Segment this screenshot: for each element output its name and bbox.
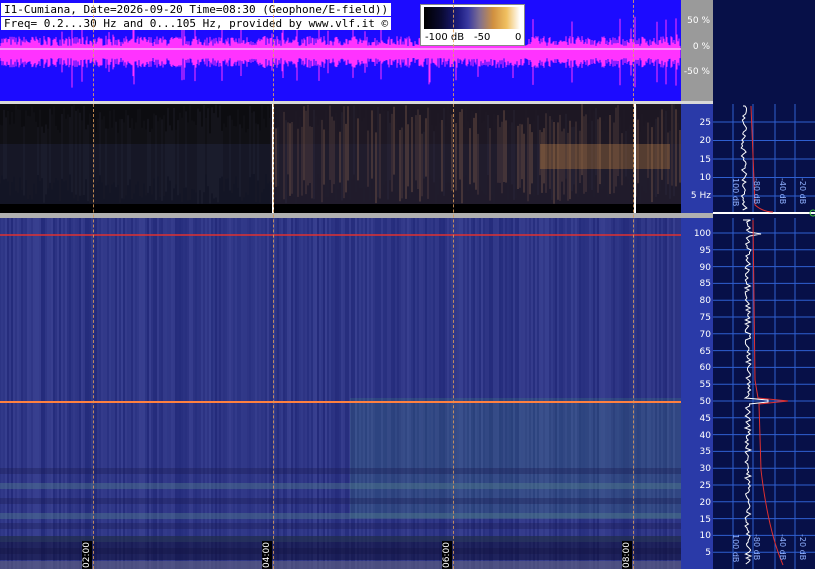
low-freq-tick: 20 xyxy=(699,136,711,146)
high-spectrogram-texture xyxy=(0,218,681,569)
waveform-panel: I1-Cumiana, Date=2026-09-20 Time=08:30 (… xyxy=(0,0,681,101)
amplitude-scale: 50 % 0 % -50 % xyxy=(681,0,713,101)
amplitude-label-minus50: -50 % xyxy=(683,67,710,77)
time-label: 04:00 xyxy=(262,541,272,569)
high-freq-tick: 75 xyxy=(699,313,711,323)
high-freq-tick: 80 xyxy=(699,296,711,307)
high-freq-tick: 65 xyxy=(699,346,711,357)
time-label: 02:00 xyxy=(82,541,92,569)
time-gridline xyxy=(453,104,454,569)
colorbar-legend: -100 dB -50 0 xyxy=(420,4,525,46)
high-freq-tick: 20 xyxy=(699,497,711,508)
low-freq-tick: 25 xyxy=(699,118,711,128)
amplitude-label-0: 0 % xyxy=(692,42,710,52)
time-gridline xyxy=(633,104,634,569)
low-frequency-axis: 25 20 15 10 5 Hz xyxy=(681,104,713,213)
high-freq-tick: 35 xyxy=(699,447,711,458)
high-freq-tick: 30 xyxy=(699,464,711,475)
profile-db-label: -20 dB xyxy=(798,178,807,205)
spectrum-profile-panel: 100 dB -80 dB -40 dB -20 dB 100 dB -80 d… xyxy=(713,0,815,569)
high-freq-tick: 85 xyxy=(699,279,711,290)
high-freq-tick: 45 xyxy=(699,413,711,424)
profile-db-label: -80 dB xyxy=(752,178,761,205)
colorbar-label-min: -100 dB xyxy=(425,32,465,43)
low-freq-tick: 15 xyxy=(699,155,711,165)
time-gridline xyxy=(273,0,274,101)
time-gridline xyxy=(633,0,634,101)
high-freq-tick: 25 xyxy=(699,481,711,491)
high-freq-tick: 90 xyxy=(699,262,711,273)
low-spectrogram-texture xyxy=(0,104,681,213)
spectrogram-display: I1-Cumiana, Date=2026-09-20 Time=08:30 (… xyxy=(0,0,815,569)
high-freq-tick: 15 xyxy=(699,514,711,525)
profile-db-label: 100 dB xyxy=(731,534,740,563)
high-freq-tick: 100 xyxy=(693,229,711,239)
colorbar-gradient xyxy=(424,7,520,29)
profile-db-label: 100 dB xyxy=(731,178,740,207)
high-freq-tick: 40 xyxy=(699,430,711,441)
station-title: I1-Cumiana, Date=2026-09-20 Time=08:30 (… xyxy=(1,3,392,16)
low-frequency-spectrogram xyxy=(0,104,681,213)
spectrum-profile-trace xyxy=(713,104,815,569)
time-label: 08:00 xyxy=(622,541,632,569)
high-freq-tick: 55 xyxy=(699,380,711,391)
amplitude-label-50: 50 % xyxy=(687,16,710,26)
time-gridline xyxy=(273,104,274,569)
high-freq-tick: 10 xyxy=(699,531,711,542)
high-freq-tick: 50 xyxy=(699,397,711,407)
time-gridline xyxy=(453,0,454,101)
profile-db-label: -80 dB xyxy=(752,534,761,561)
time-label: 06:00 xyxy=(442,541,452,569)
high-frequency-spectrogram xyxy=(0,218,681,569)
time-gridline xyxy=(93,104,94,569)
colorbar-label-max: 0 xyxy=(515,32,522,43)
profile-db-label: -40 dB xyxy=(778,178,787,205)
low-freq-tick: 5 Hz xyxy=(690,191,711,201)
high-frequency-axis: 100 95 90 85 80 75 70 65 60 55 50 45 40 35 30 25 20 15 10 5 xyxy=(681,218,713,569)
time-gridline xyxy=(93,0,94,101)
profile-db-label: -40 dB xyxy=(778,534,787,561)
profile-db-label: -20 dB xyxy=(798,534,807,561)
colorbar-label-mid: -50 xyxy=(474,32,491,43)
high-freq-tick: 95 xyxy=(699,245,711,256)
high-freq-tick: 70 xyxy=(699,329,711,340)
frequency-title: Freq= 0.2...30 Hz and 0...105 Hz, provid… xyxy=(1,17,392,30)
high-freq-tick: 60 xyxy=(699,363,711,374)
low-freq-tick: 10 xyxy=(699,173,711,183)
high-freq-tick: 5 xyxy=(705,548,711,559)
